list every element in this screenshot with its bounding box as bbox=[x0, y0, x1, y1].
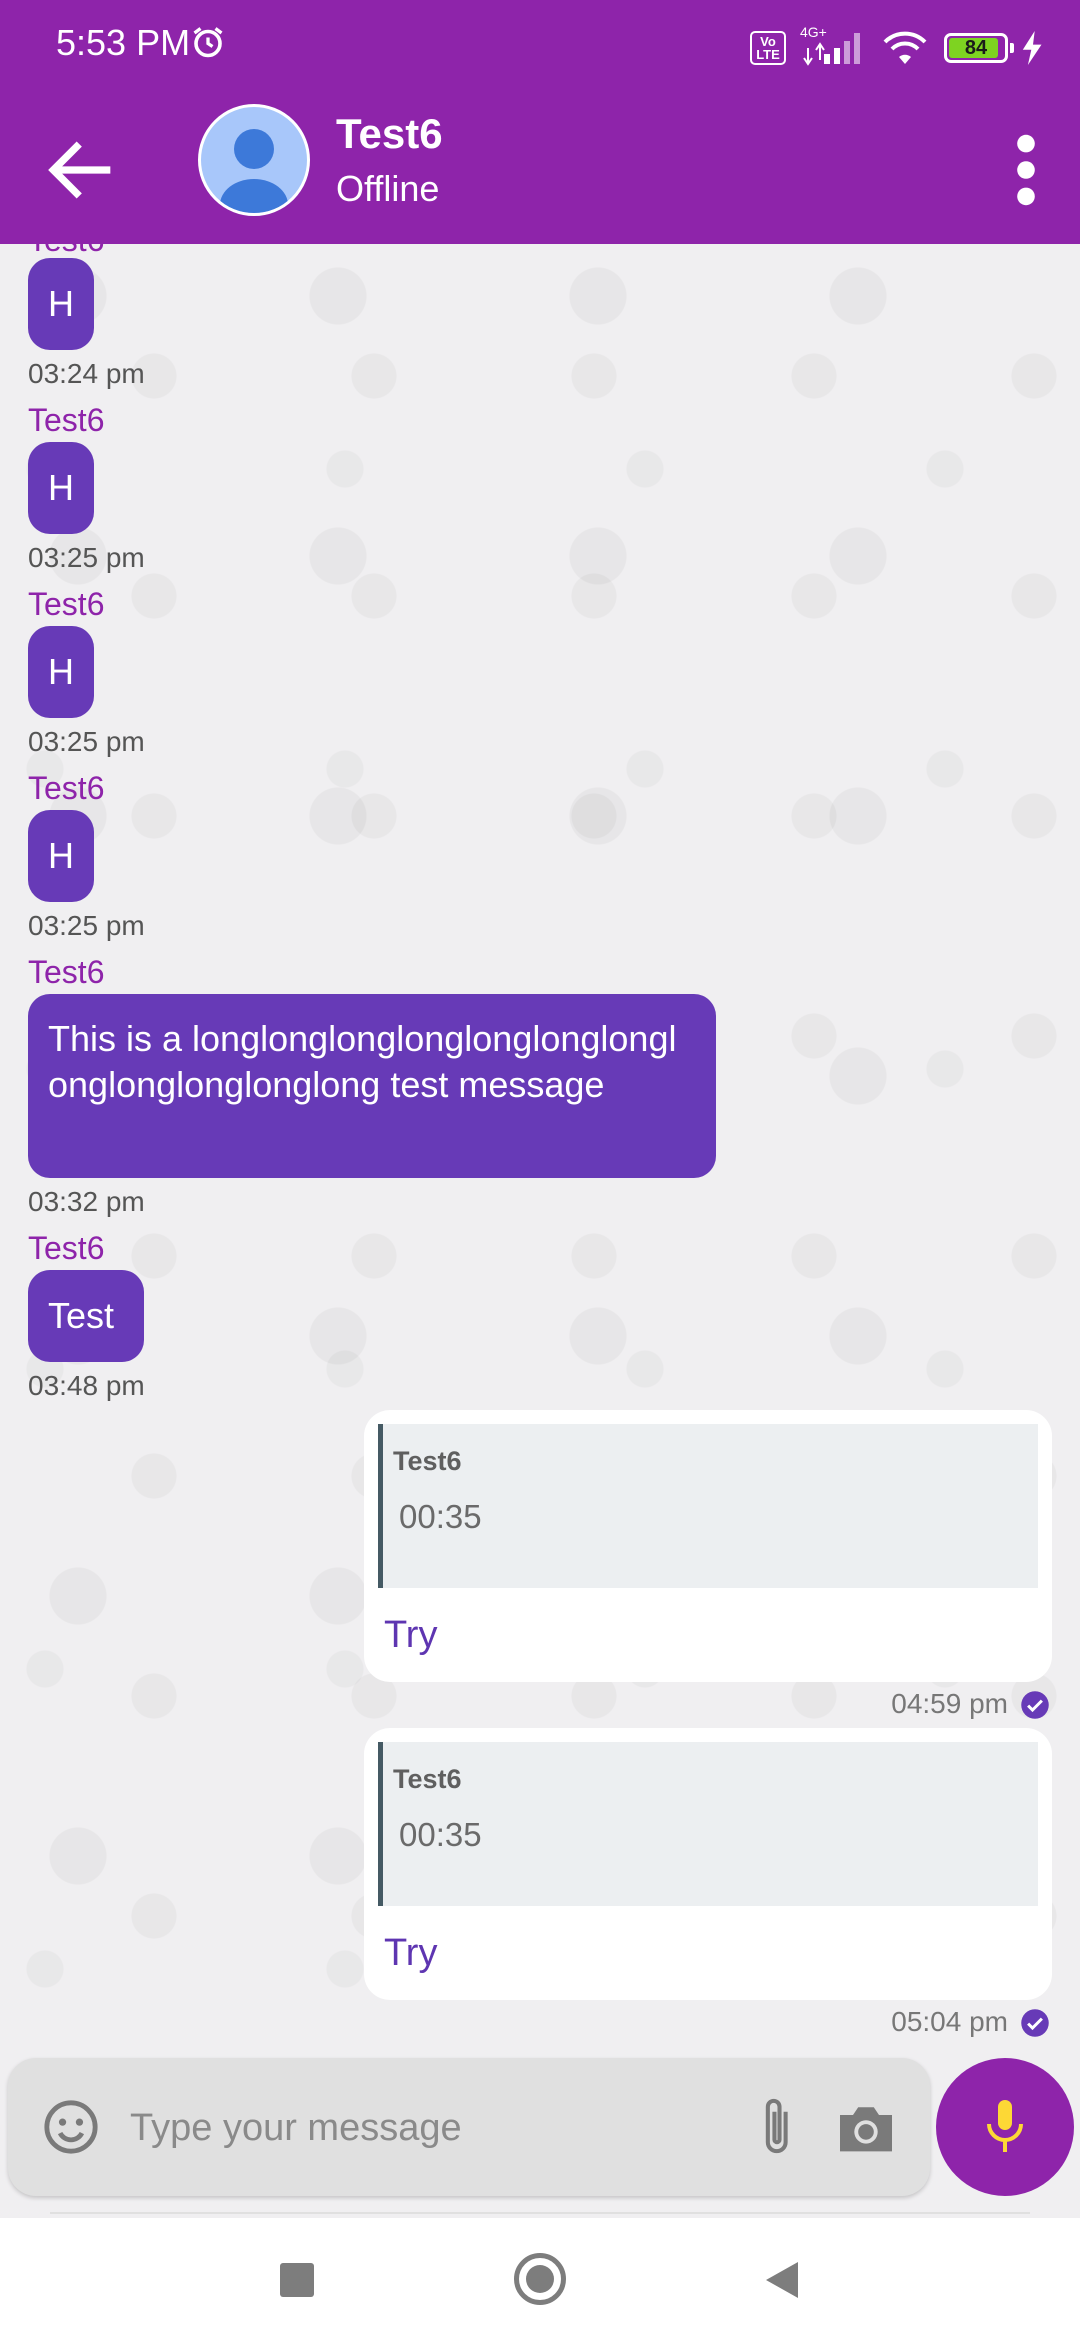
status-bar: 5:53 PM Vo LTE 4G+ 84 bbox=[0, 0, 1080, 96]
battery-icon: 84 bbox=[944, 33, 1014, 63]
message-text: H bbox=[48, 835, 74, 876]
back-arrow-icon[interactable] bbox=[40, 130, 120, 210]
quoted-reply[interactable]: Test6 00:35 bbox=[378, 1424, 1038, 1588]
quoted-sender: Test6 bbox=[393, 1446, 462, 1476]
divider bbox=[50, 2212, 1030, 2214]
nav-home-icon[interactable] bbox=[514, 2253, 566, 2305]
message-list[interactable]: Test6 H 03:24 pm Test6 H 03:25 pm Test6 … bbox=[0, 244, 1080, 2046]
message-time: 03:48 pm bbox=[28, 1370, 145, 1401]
message-time: 03:25 pm bbox=[28, 726, 145, 757]
quoted-text: 00:35 bbox=[399, 1498, 482, 1535]
message-text: H bbox=[48, 283, 74, 324]
wifi-icon bbox=[883, 31, 927, 64]
status-time: 5:53 PM bbox=[56, 22, 191, 63]
incoming-message-bubble[interactable]: H bbox=[28, 810, 94, 902]
message-text: H bbox=[48, 467, 74, 508]
contact-name[interactable]: Test6 bbox=[336, 110, 443, 158]
mic-icon bbox=[987, 2100, 1023, 2152]
message-sender: Test6 bbox=[28, 1230, 105, 1266]
quoted-sender: Test6 bbox=[393, 1764, 462, 1794]
incoming-message-bubble[interactable]: H bbox=[28, 442, 94, 534]
contact-status: Offline bbox=[336, 168, 440, 209]
message-sender: Test6 bbox=[28, 954, 105, 990]
more-vert-icon[interactable] bbox=[996, 126, 1056, 214]
system-nav-bar bbox=[0, 2218, 1080, 2340]
incoming-message-bubble[interactable]: This is a longlonglonglonglonglonglonglo… bbox=[28, 994, 716, 1178]
message-time: 05:04 pm bbox=[891, 2006, 1008, 2037]
nav-back-icon[interactable] bbox=[762, 2260, 802, 2300]
message-sender: Test6 bbox=[28, 402, 105, 438]
avatar-icon[interactable] bbox=[198, 104, 310, 216]
attach-icon[interactable] bbox=[752, 2094, 804, 2160]
charging-icon bbox=[1022, 31, 1042, 65]
signal-icon bbox=[803, 33, 860, 66]
message-sender: Test6 bbox=[28, 770, 105, 806]
message-time: 03:25 pm bbox=[28, 542, 145, 573]
message-text: Test bbox=[48, 1295, 115, 1336]
message-text: This is a longlonglonglonglonglonglonglo… bbox=[48, 1018, 677, 1105]
incoming-message-bubble[interactable]: Test bbox=[28, 1270, 144, 1362]
outgoing-message-bubble[interactable]: Test6 00:35 Try bbox=[364, 1728, 1052, 2000]
message-time: 03:32 pm bbox=[28, 1186, 145, 1217]
nav-recent-icon[interactable] bbox=[280, 2263, 314, 2297]
status-indicators: Vo LTE 4G+ 84 bbox=[750, 24, 1044, 70]
message-text: Try bbox=[384, 1932, 438, 1974]
volte-icon: Vo LTE bbox=[750, 31, 786, 65]
message-text: Try bbox=[384, 1614, 438, 1656]
read-check-icon bbox=[1021, 2009, 1049, 2037]
incoming-message-bubble[interactable]: H bbox=[28, 626, 94, 718]
voice-record-button[interactable] bbox=[936, 2058, 1074, 2196]
message-input[interactable] bbox=[128, 2092, 732, 2164]
message-sender: Test6 bbox=[28, 244, 104, 259]
message-time: 03:25 pm bbox=[28, 910, 145, 941]
quoted-text: 00:35 bbox=[399, 1816, 482, 1853]
message-text: H bbox=[48, 651, 74, 692]
incoming-message-bubble[interactable]: H bbox=[28, 258, 94, 350]
chat-header: Test6 Offline bbox=[0, 96, 1080, 244]
outgoing-message-bubble[interactable]: Test6 00:35 Try bbox=[364, 1410, 1052, 1682]
quoted-reply[interactable]: Test6 00:35 bbox=[378, 1742, 1038, 1906]
emoji-icon[interactable] bbox=[42, 2098, 100, 2156]
message-sender: Test6 bbox=[28, 586, 105, 622]
camera-icon[interactable] bbox=[834, 2102, 898, 2154]
message-composer bbox=[8, 2058, 930, 2196]
message-time: 03:24 pm bbox=[28, 358, 145, 389]
message-time: 04:59 pm bbox=[891, 1688, 1008, 1719]
read-check-icon bbox=[1021, 1691, 1049, 1719]
battery-level: 84 bbox=[964, 37, 988, 59]
network-signal: 4G+ bbox=[800, 24, 866, 68]
alarm-icon bbox=[193, 27, 223, 58]
